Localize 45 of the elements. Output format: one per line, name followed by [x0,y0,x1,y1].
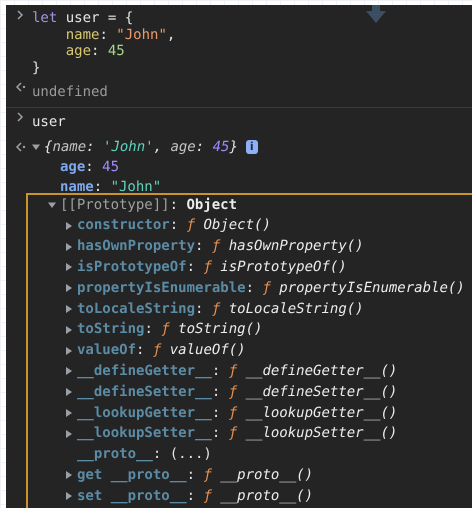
property-entry[interactable]: toLocaleString: ƒ toLocaleString() [77,298,364,320]
property-entry[interactable]: __lookupSetter__: ƒ __lookupSetter__() [77,423,398,444]
expand-arrow-icon[interactable] [65,471,73,480]
property-entry[interactable]: toString: ƒ toString() [77,319,262,340]
code-line: } [32,60,42,77]
expand-arrow-icon[interactable] [65,263,73,272]
code-line: let user = { [32,10,134,27]
prompt-icon [16,10,24,20]
expand-arrow-icon[interactable] [65,388,73,396]
property-entry: age: 45 [60,158,120,177]
property-entry[interactable]: set __proto__: ƒ __proto__() [77,486,314,507]
info-badge[interactable]: i [246,140,258,154]
expand-arrow-icon[interactable] [65,367,73,376]
property-entry[interactable]: __proto__: (...) [77,444,212,465]
property-entry[interactable]: propertyIsEnumerable: ƒ propertyIsEnumerable() [77,278,465,299]
property-entry[interactable]: hasOwnProperty: ƒ hasOwnProperty() [77,236,364,257]
property-entry: name: "John" [60,178,162,196]
result-arrow-icon [14,142,26,152]
expand-arrow-icon[interactable] [65,408,73,417]
down-arrow-icon [365,5,387,24]
expand-arrow-icon[interactable] [65,242,73,251]
expand-arrow-icon[interactable] [65,430,73,438]
expand-arrow-icon[interactable] [65,222,73,230]
code-line: age: 45 [64,43,126,60]
result-arrow-icon [14,82,26,92]
object-summary[interactable]: {name: 'John', age: 45} [44,136,238,157]
prototype-label[interactable]: [[Prototype]]: Object [60,194,238,216]
collapse-arrow-icon[interactable] [48,201,56,209]
code-line: name: "John", [64,26,176,44]
code-line: user [32,112,66,132]
property-entry[interactable]: constructor: ƒ Object() [77,215,271,236]
expand-arrow-icon[interactable] [65,284,73,292]
expand-arrow-icon[interactable] [65,326,73,334]
result-value: undefined [32,82,108,102]
property-entry[interactable]: __defineSetter__: ƒ __defineSetter__() [77,382,398,403]
expand-arrow-icon[interactable] [65,304,73,313]
collapse-arrow-icon[interactable] [32,142,40,151]
prompt-icon [16,112,24,122]
property-entry[interactable]: valueOf: ƒ valueOf() [77,340,246,361]
expand-arrow-icon[interactable] [65,492,73,500]
property-entry[interactable]: __lookupGetter__: ƒ __lookupGetter__() [77,402,398,424]
property-entry[interactable]: isPrototypeOf: ƒ isPrototypeOf() [77,257,347,278]
expand-arrow-icon[interactable] [65,346,73,355]
property-entry[interactable]: get __proto__: ƒ __proto__() [77,464,314,486]
property-entry[interactable]: __defineGetter__: ƒ __defineGetter__() [77,360,398,382]
